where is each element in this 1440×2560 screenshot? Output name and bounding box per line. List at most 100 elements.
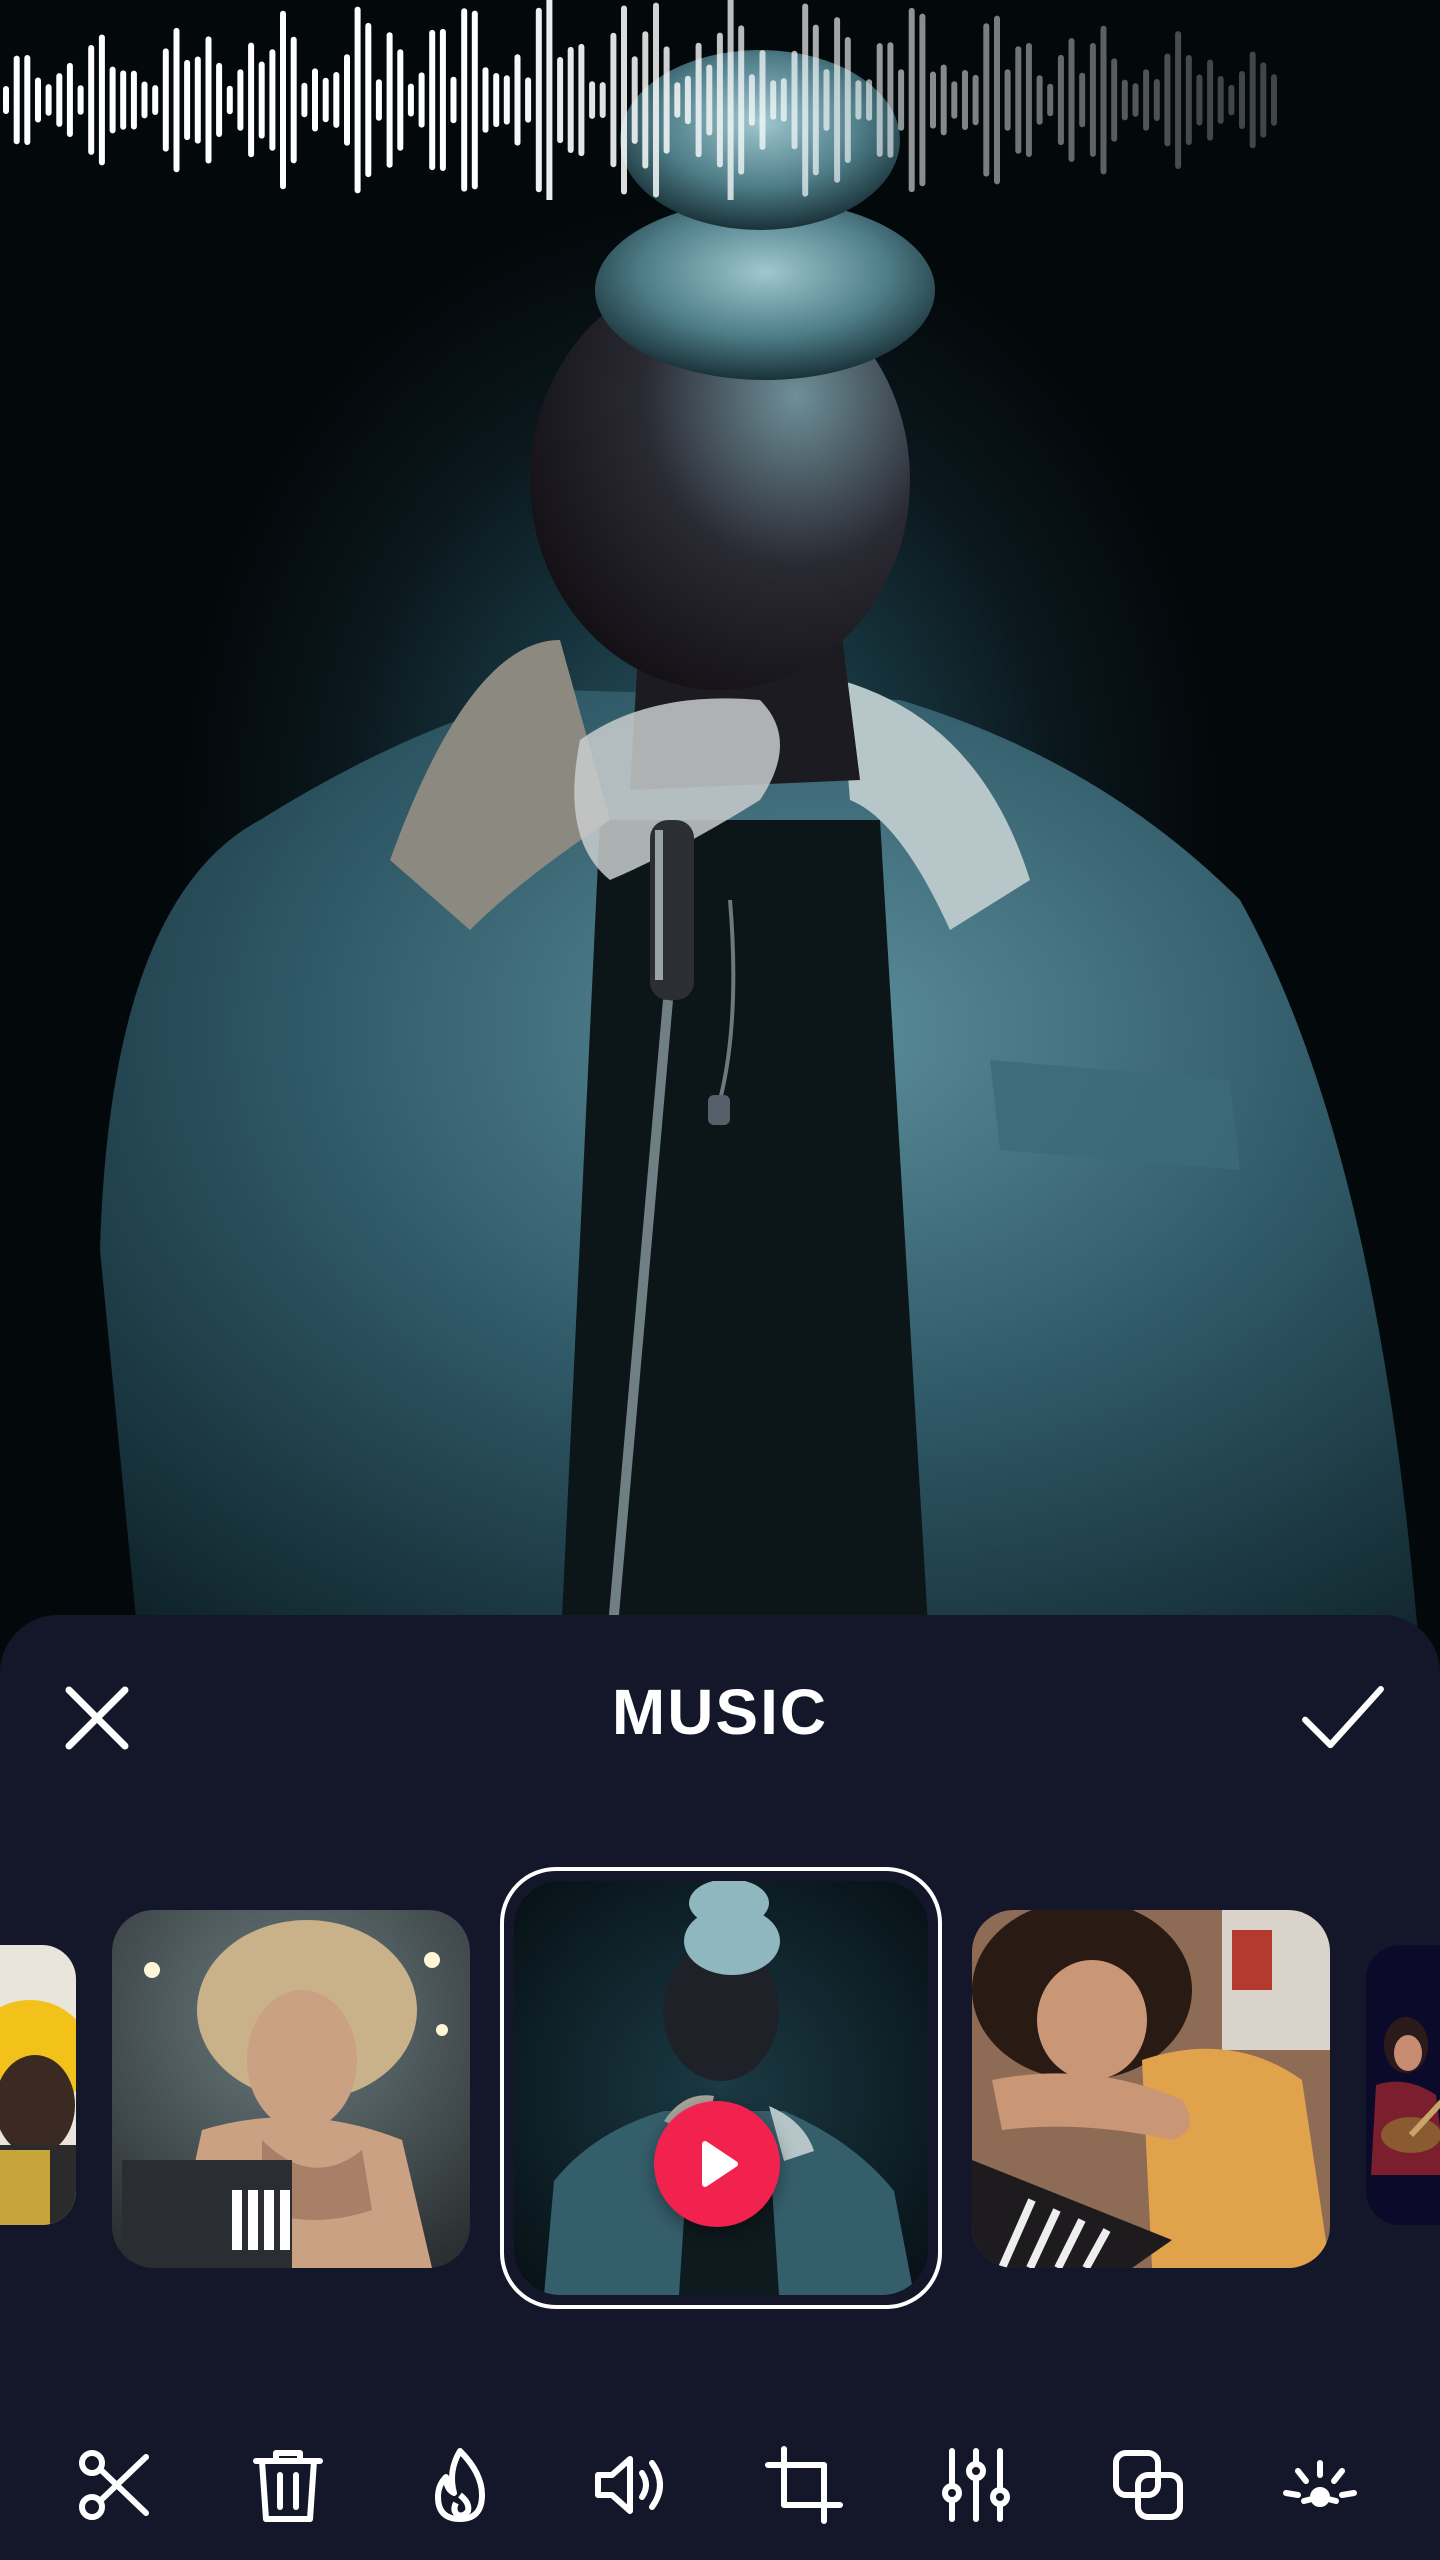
- waveform-bar: [66, 62, 73, 137]
- waveform-bar: [386, 32, 393, 168]
- waveform-bar: [578, 43, 585, 157]
- cut-button[interactable]: [66, 2435, 166, 2535]
- waveform-bar: [77, 85, 84, 115]
- waveform-bar: [3, 86, 9, 114]
- waveform-bar: [503, 75, 510, 125]
- waveform-bar: [120, 70, 127, 130]
- confirm-button[interactable]: [1298, 1673, 1388, 1763]
- audio-waveform: [3, 0, 1277, 200]
- waveform-bar: [1036, 75, 1043, 125]
- music-thumb-partial-left[interactable]: [0, 1945, 76, 2225]
- waveform-bar: [684, 75, 691, 125]
- waveform-bar: [1121, 79, 1128, 121]
- waveform-bar: [1185, 55, 1192, 146]
- waveform-bar: [994, 15, 1000, 185]
- waveform-bar: [13, 55, 20, 145]
- waveform-bar: [823, 69, 830, 131]
- waveform-bar: [205, 36, 212, 164]
- play-button[interactable]: [654, 2101, 780, 2227]
- crop-icon: [765, 2446, 843, 2524]
- effects-button[interactable]: [410, 2435, 510, 2535]
- waveform-bar: [322, 77, 329, 123]
- waveform-bar: [24, 55, 31, 145]
- waveform-bar: [56, 73, 63, 127]
- waveform-bar: [631, 56, 638, 144]
- waveform-bar: [887, 42, 894, 158]
- waveform-bar: [301, 82, 308, 118]
- scissors-icon: [79, 2450, 149, 2520]
- waveform-bar: [908, 7, 915, 193]
- waveform-bar: [844, 37, 851, 163]
- waveform-bar: [642, 31, 649, 169]
- overlay-button[interactable]: [1098, 2435, 1198, 2535]
- waveform-bar: [418, 72, 425, 128]
- waveform-bar: [290, 36, 297, 164]
- waveform-bar: [375, 79, 382, 121]
- waveform-bar: [791, 50, 798, 150]
- checkmark-icon: [1302, 1686, 1384, 1749]
- waveform-bar: [280, 10, 286, 190]
- waveform-bar: [184, 59, 191, 141]
- overlay-icon: [1113, 2450, 1183, 2520]
- crop-button[interactable]: [754, 2435, 854, 2535]
- waveform-bar: [258, 61, 265, 139]
- waveform-bar: [130, 70, 137, 130]
- waveform-bar: [1175, 31, 1182, 169]
- waveform-bar: [1217, 76, 1224, 124]
- waveform-bar: [173, 27, 180, 173]
- music-thumb-curly-woman[interactable]: [112, 1910, 470, 2268]
- curly-woman-image: [112, 1910, 470, 2268]
- waveform-bar: [1047, 83, 1054, 117]
- flame-icon: [435, 2448, 485, 2522]
- waveform-bar: [695, 42, 702, 158]
- waveform-bar: [770, 80, 777, 120]
- waveform-bar: [397, 49, 404, 151]
- waveform-bar: [109, 66, 116, 134]
- waveform-bar: [1207, 59, 1214, 141]
- waveform-bar: [599, 82, 606, 118]
- waveform-bar: [365, 22, 372, 178]
- adjust-button[interactable]: [926, 2435, 1026, 2535]
- waveform-bar: [1164, 53, 1171, 147]
- enhance-button[interactable]: [1270, 2435, 1370, 2535]
- waveform-bar: [237, 69, 244, 131]
- panel-title: MUSIC: [611, 1676, 829, 1748]
- volume-icon: [595, 2456, 663, 2514]
- waveform-bar: [1132, 83, 1139, 117]
- waveform-bar: [621, 5, 627, 195]
- waveform-bar: [535, 7, 542, 193]
- waveform-bar: [1260, 62, 1267, 138]
- waveform-bar: [333, 72, 340, 128]
- delete-button[interactable]: [238, 2435, 338, 2535]
- waveform-bar: [951, 81, 958, 119]
- waveform-bar: [344, 54, 350, 146]
- waveform-bar: [557, 57, 564, 144]
- waveform-bar: [653, 2, 659, 198]
- waveform-bar: [514, 54, 521, 146]
- waveform-bar: [35, 77, 41, 123]
- waveform-bar: [983, 23, 990, 177]
- waveform-bar: [738, 25, 745, 175]
- waveform-bar: [1111, 58, 1118, 142]
- waveform-bar: [589, 81, 596, 119]
- waveform-bar: [88, 45, 95, 155]
- music-thumb-piano-woman[interactable]: [972, 1910, 1330, 2268]
- waveform-bar: [940, 64, 947, 136]
- waveform-bar: [429, 29, 436, 171]
- waveform-bar: [248, 42, 255, 158]
- trash-icon: [253, 2450, 323, 2522]
- waveform-bar: [610, 32, 617, 168]
- waveform-bar: [780, 78, 787, 122]
- piano-woman-image: [972, 1910, 1330, 2268]
- waveform-bar: [546, 0, 553, 200]
- selected-thumb-frame: [500, 1867, 942, 2309]
- waveform-bar: [1228, 84, 1235, 116]
- waveform-bar: [407, 83, 414, 117]
- waveform-bar: [1153, 79, 1160, 121]
- music-thumb-partial-right[interactable]: [1366, 1945, 1440, 2225]
- waveform-bar: [152, 85, 159, 115]
- waveform-bar: [930, 71, 936, 129]
- waveform-bar: [216, 62, 223, 137]
- waveform-bar: [1196, 74, 1203, 126]
- volume-button[interactable]: [582, 2435, 682, 2535]
